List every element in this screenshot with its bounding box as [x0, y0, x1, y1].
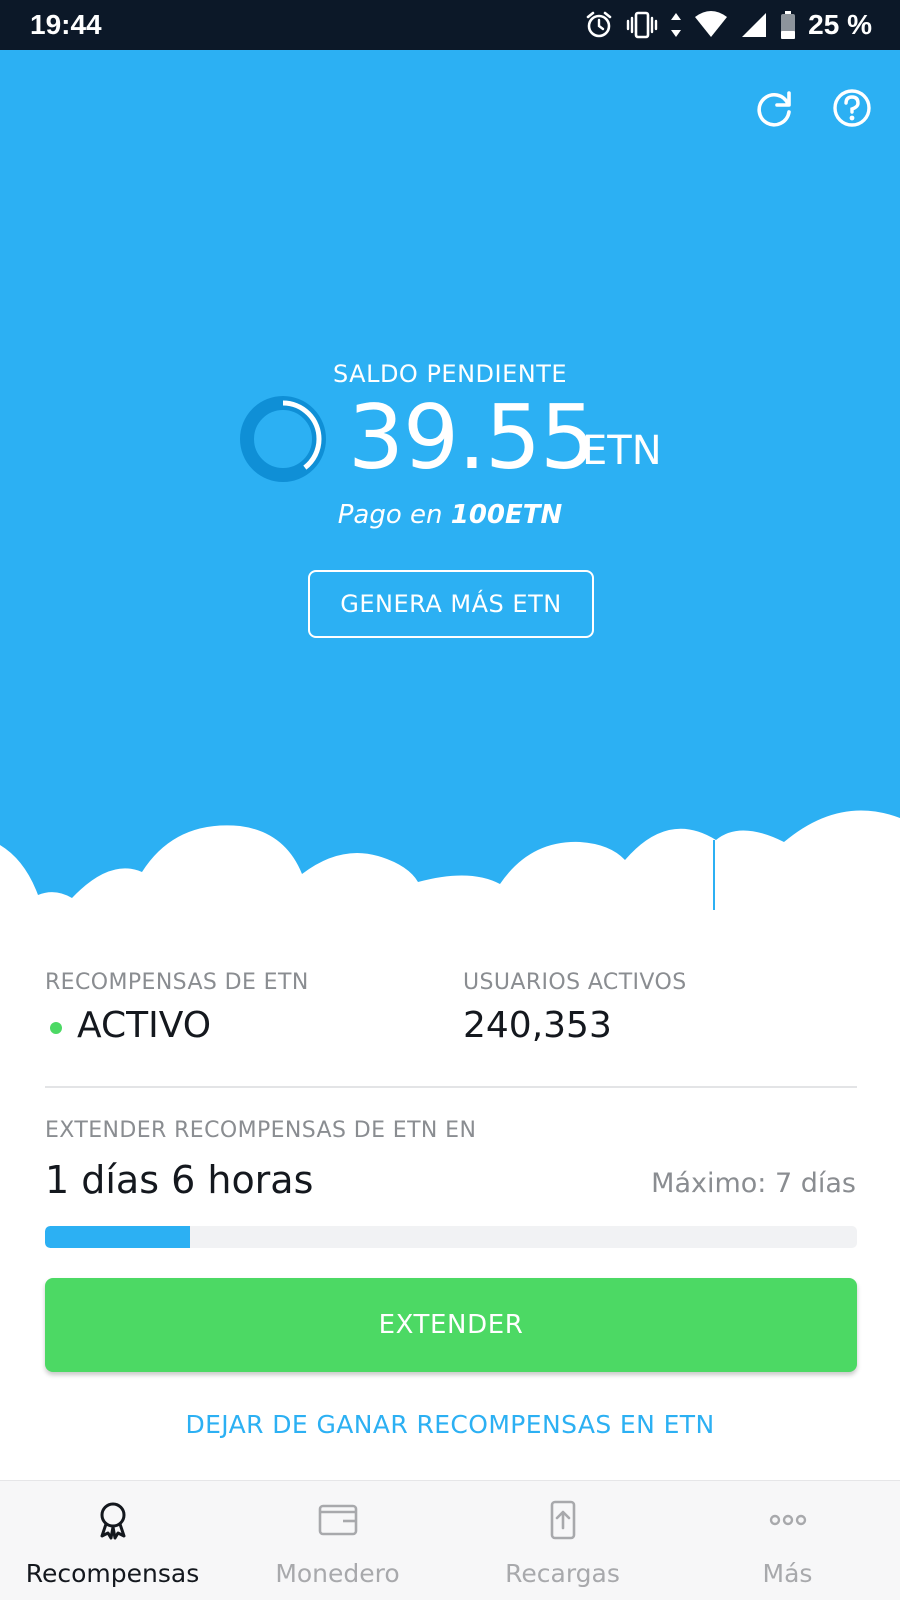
signal-icon: [742, 13, 767, 37]
help-icon[interactable]: [830, 86, 874, 130]
payout-threshold: Pago en 100ETN: [0, 500, 900, 530]
rewards-status-label: RECOMPENSAS DE ETN: [45, 970, 309, 995]
stop-rewards-link[interactable]: DEJAR DE GANAR RECOMPENSAS EN ETN: [0, 1410, 900, 1439]
extend-button[interactable]: EXTENDER: [45, 1278, 857, 1372]
nav-label: Recompensas: [25, 1559, 200, 1588]
wallet-icon: [318, 1504, 358, 1536]
status-bar: 19:44 25 %: [0, 0, 900, 50]
balance-panel: SALDO PENDIENTE 39.55 ETN Pago en 100ETN…: [0, 50, 900, 910]
pending-balance-label: SALDO PENDIENTE: [332, 360, 568, 388]
alarm-icon: [586, 11, 612, 38]
battery-icon: [781, 11, 796, 39]
active-users-label: USUARIOS ACTIVOS: [463, 970, 687, 995]
vibrate-icon: [626, 11, 658, 39]
extend-progress-fill: [45, 1226, 190, 1248]
battery-percentage: 25 %: [808, 9, 872, 40]
payout-prefix: Pago en: [337, 500, 443, 530]
nav-item-monedero[interactable]: Monedero: [225, 1481, 450, 1600]
active-users-value: 240,353: [463, 1005, 612, 1046]
nav-item-recargas[interactable]: Recargas: [450, 1481, 675, 1600]
nav-label: Monedero: [275, 1559, 400, 1588]
extend-rewards-label: EXTENDER RECOMPENSAS DE ETN EN: [45, 1118, 477, 1143]
wifi-icon: [695, 11, 728, 37]
extend-progress-bar: [45, 1226, 857, 1248]
extend-time-remaining: 1 días 6 horas: [45, 1158, 314, 1202]
more-icon: [769, 1514, 807, 1526]
status-time: 19:44: [30, 9, 102, 40]
active-status-dot: [50, 1022, 62, 1034]
nav-item-recompensas[interactable]: Recompensas: [0, 1481, 225, 1600]
data-arrows-icon: [671, 13, 682, 37]
generate-more-button[interactable]: GENERA MÁS ETN: [308, 570, 594, 638]
balance-unit: ETN: [582, 428, 662, 474]
bottom-navigation: Recompensas Monedero Recargas Más: [0, 1480, 900, 1600]
nav-label: Recargas: [505, 1559, 620, 1588]
pending-balance-amount: 39.55: [348, 386, 596, 489]
payout-amount: 100ETN: [450, 500, 563, 530]
nav-label: Más: [762, 1559, 813, 1588]
status-icons: 25 %: [584, 8, 872, 42]
extend-maximum: Máximo: 7 días: [651, 1168, 856, 1199]
rewards-status-value: ACTIVO: [77, 1005, 212, 1046]
nav-item-mas[interactable]: Más: [675, 1481, 900, 1600]
refresh-icon[interactable]: [752, 86, 796, 130]
balance-row: 39.55 ETN: [238, 386, 678, 500]
topup-icon: [550, 1500, 576, 1540]
divider: [45, 1086, 857, 1088]
payout-progress-ring: [240, 396, 326, 482]
award-icon: [100, 1502, 126, 1540]
